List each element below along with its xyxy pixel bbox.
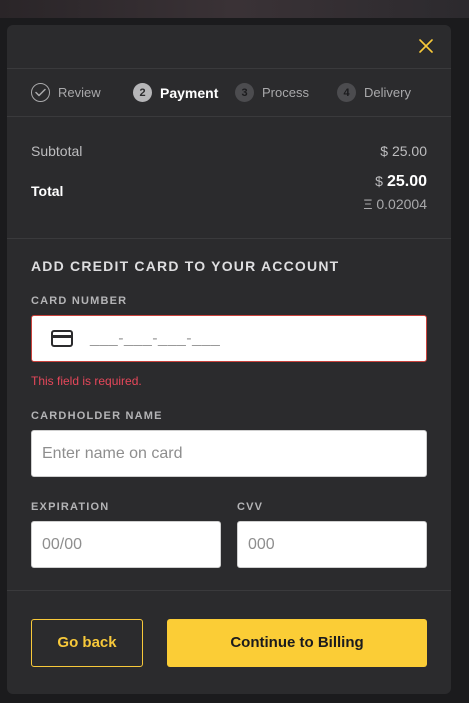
checkout-modal: Review 2 Payment 3 Process 4 Delivery Su… <box>7 25 451 694</box>
credit-card-form: ADD CREDIT CARD TO YOUR ACCOUNT CARD NUM… <box>7 239 451 568</box>
page-backdrop <box>0 0 469 18</box>
continue-to-billing-button[interactable]: Continue to Billing <box>167 618 427 667</box>
expiration-label: EXPIRATION <box>31 501 110 513</box>
expiration-placeholder: 00/00 <box>42 535 83 553</box>
modal-header <box>7 25 451 69</box>
cvv-placeholder: 000 <box>248 535 275 553</box>
step-delivery[interactable]: 4 Delivery <box>337 83 411 102</box>
form-title: ADD CREDIT CARD TO YOUR ACCOUNT <box>31 258 340 274</box>
check-icon <box>31 83 50 102</box>
expiration-input[interactable]: 00/00 <box>31 521 221 568</box>
subtotal-row: Subtotal $ 25.00 <box>31 117 427 159</box>
total-values: $25.00 Ξ 0.02004 <box>363 173 427 212</box>
step-process[interactable]: 3 Process <box>235 83 337 102</box>
step-label: Review <box>58 85 101 100</box>
total-row: Total $25.00 Ξ 0.02004 <box>31 159 427 212</box>
close-icon <box>419 39 433 53</box>
close-button[interactable] <box>417 37 435 55</box>
cvv-input[interactable]: 000 <box>237 521 427 568</box>
expiration-field: EXPIRATION 00/00 <box>31 501 221 568</box>
card-number-input[interactable]: ___-___-___-___ <box>31 315 427 362</box>
card-number-mask: ___-___-___-___ <box>90 329 221 347</box>
go-back-button[interactable]: Go back <box>31 618 143 667</box>
step-review[interactable]: Review <box>31 83 133 102</box>
step-label: Process <box>262 85 309 100</box>
cvv-label: CVV <box>237 501 264 513</box>
total-label: Total <box>31 183 64 199</box>
step-number: 2 <box>133 83 152 102</box>
cardholder-label: CARDHOLDER NAME <box>31 410 163 422</box>
credit-card-icon <box>42 330 82 347</box>
total-usd: $25.00 <box>363 173 427 191</box>
total-amount: 25.00 <box>386 173 427 190</box>
subtotal-value: $ 25.00 <box>380 143 427 159</box>
card-number-error: This field is required. <box>31 374 142 388</box>
expiration-cvv-row: EXPIRATION 00/00 CVV 000 <box>31 501 427 568</box>
step-payment[interactable]: 2 Payment <box>133 83 235 102</box>
step-number: 4 <box>337 83 356 102</box>
cardholder-input[interactable]: Enter name on card <box>31 430 427 477</box>
subtotal-label: Subtotal <box>31 143 83 159</box>
step-label: Payment <box>160 84 219 101</box>
card-number-label: CARD NUMBER <box>31 295 128 307</box>
modal-footer: Go back Continue to Billing <box>7 590 451 694</box>
step-label: Delivery <box>364 85 411 100</box>
checkout-steps: Review 2 Payment 3 Process 4 Delivery <box>7 69 451 117</box>
currency-symbol: $ <box>375 173 383 189</box>
order-summary: Subtotal $ 25.00 Total $25.00 Ξ 0.02004 <box>7 117 451 239</box>
step-number: 3 <box>235 83 254 102</box>
total-eth: Ξ 0.02004 <box>363 196 427 212</box>
cardholder-placeholder: Enter name on card <box>42 444 183 462</box>
cvv-field: CVV 000 <box>237 501 427 568</box>
